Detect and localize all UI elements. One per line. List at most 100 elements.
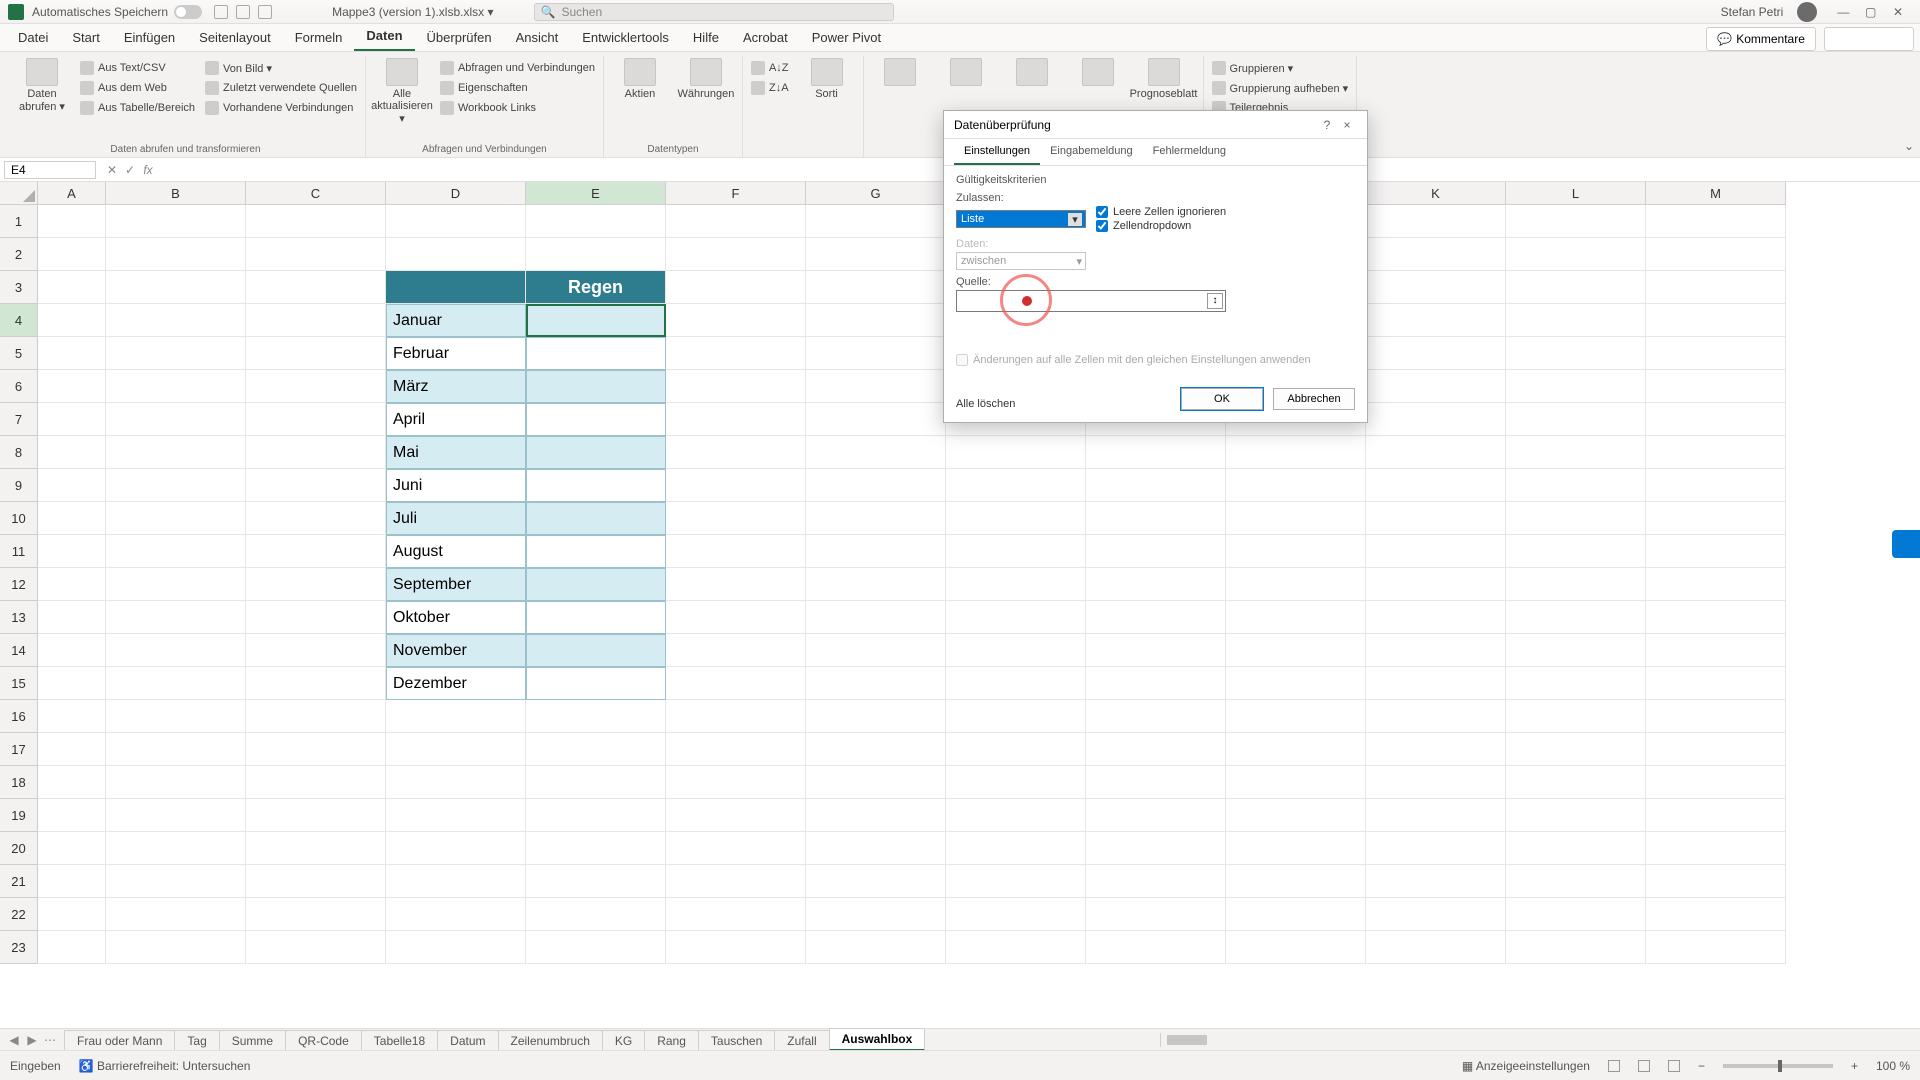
group-btn[interactable]: Gruppieren ▾ <box>1212 58 1349 78</box>
cancel-button[interactable]: Abbrechen <box>1273 388 1355 410</box>
row-header-13[interactable]: 13 <box>0 601 38 634</box>
allow-dropdown[interactable]: Liste <box>956 210 1086 228</box>
cell-H19[interactable] <box>946 799 1086 832</box>
cell-J20[interactable] <box>1226 832 1366 865</box>
cell-C13[interactable] <box>246 601 386 634</box>
row-header-9[interactable]: 9 <box>0 469 38 502</box>
sort-az[interactable]: A↓Z <box>751 58 789 78</box>
queries-conn[interactable]: Abfragen und Verbindungen <box>440 58 595 78</box>
autosave-toggle[interactable]: Automatisches Speichern <box>32 5 202 19</box>
cell-G9[interactable] <box>806 469 946 502</box>
currencies-button[interactable]: Währungen <box>678 58 734 100</box>
view-normal-icon[interactable] <box>1608 1060 1620 1072</box>
col-header-C[interactable]: C <box>246 182 386 205</box>
cell-F12[interactable] <box>666 568 806 601</box>
cell-C23[interactable] <box>246 931 386 964</box>
cell-B9[interactable] <box>106 469 246 502</box>
col-header-K[interactable]: K <box>1366 182 1506 205</box>
cell-G12[interactable] <box>806 568 946 601</box>
cell-J11[interactable] <box>1226 535 1366 568</box>
cell-A14[interactable] <box>38 634 106 667</box>
ungroup-btn[interactable]: Gruppierung aufheben ▾ <box>1212 78 1349 98</box>
cell-J21[interactable] <box>1226 865 1366 898</box>
cell-C9[interactable] <box>246 469 386 502</box>
cell-K2[interactable] <box>1366 238 1506 271</box>
cell-L16[interactable] <box>1506 700 1646 733</box>
cell-I20[interactable] <box>1086 832 1226 865</box>
cell-D16[interactable] <box>386 700 526 733</box>
cell-B14[interactable] <box>106 634 246 667</box>
cell-H14[interactable] <box>946 634 1086 667</box>
cell-K18[interactable] <box>1366 766 1506 799</box>
cell-B16[interactable] <box>106 700 246 733</box>
cell-G3[interactable] <box>806 271 946 304</box>
cell-G6[interactable] <box>806 370 946 403</box>
cell-B12[interactable] <box>106 568 246 601</box>
cell-K1[interactable] <box>1366 205 1506 238</box>
row-header-12[interactable]: 12 <box>0 568 38 601</box>
cell-F11[interactable] <box>666 535 806 568</box>
cell-F3[interactable] <box>666 271 806 304</box>
cell-L17[interactable] <box>1506 733 1646 766</box>
cell-M10[interactable] <box>1646 502 1786 535</box>
cell-A5[interactable] <box>38 337 106 370</box>
cell-B21[interactable] <box>106 865 246 898</box>
cell-C6[interactable] <box>246 370 386 403</box>
get-data-button[interactable]: Daten abrufen ▾ <box>14 58 70 113</box>
row-header-2[interactable]: 2 <box>0 238 38 271</box>
col-header-F[interactable]: F <box>666 182 806 205</box>
cell-E8[interactable] <box>526 436 666 469</box>
cell-L15[interactable] <box>1506 667 1646 700</box>
cell-I17[interactable] <box>1086 733 1226 766</box>
cell-E18[interactable] <box>526 766 666 799</box>
cell-K3[interactable] <box>1366 271 1506 304</box>
cell-F17[interactable] <box>666 733 806 766</box>
sheet-tab[interactable]: Frau oder Mann <box>64 1030 175 1051</box>
cell-H20[interactable] <box>946 832 1086 865</box>
undo-icon[interactable] <box>236 5 250 19</box>
cell-M7[interactable] <box>1646 403 1786 436</box>
cell-J22[interactable] <box>1226 898 1366 931</box>
cell-D14[interactable]: November <box>386 634 526 667</box>
cell-F16[interactable] <box>666 700 806 733</box>
cell-M5[interactable] <box>1646 337 1786 370</box>
cell-G20[interactable] <box>806 832 946 865</box>
cell-K16[interactable] <box>1366 700 1506 733</box>
cell-M17[interactable] <box>1646 733 1786 766</box>
cell-G7[interactable] <box>806 403 946 436</box>
row-header-21[interactable]: 21 <box>0 865 38 898</box>
close-icon[interactable]: ✕ <box>1886 5 1910 19</box>
cell-M2[interactable] <box>1646 238 1786 271</box>
cell-G22[interactable] <box>806 898 946 931</box>
search-box[interactable]: 🔍 Suchen <box>534 3 894 21</box>
cell-B15[interactable] <box>106 667 246 700</box>
cell-C10[interactable] <box>246 502 386 535</box>
cell-H9[interactable] <box>946 469 1086 502</box>
cell-D3[interactable] <box>386 271 526 304</box>
cell-L13[interactable] <box>1506 601 1646 634</box>
cell-J14[interactable] <box>1226 634 1366 667</box>
cell-M9[interactable] <box>1646 469 1786 502</box>
sheet-tab[interactable]: QR-Code <box>285 1030 362 1051</box>
cell-C17[interactable] <box>246 733 386 766</box>
forecast-button[interactable]: Prognoseblatt <box>1136 58 1192 100</box>
tab-ueberpruefen[interactable]: Überprüfen <box>415 24 504 51</box>
datatools-1[interactable] <box>872 58 928 86</box>
tab-entwicklertools[interactable]: Entwicklertools <box>570 24 681 51</box>
cell-A9[interactable] <box>38 469 106 502</box>
cell-M22[interactable] <box>1646 898 1786 931</box>
sort-button[interactable]: Sorti <box>799 58 855 100</box>
sheet-nav[interactable]: ◀▶⋯ <box>0 1033 64 1047</box>
cell-C21[interactable] <box>246 865 386 898</box>
cell-A3[interactable] <box>38 271 106 304</box>
row-header-14[interactable]: 14 <box>0 634 38 667</box>
cell-M14[interactable] <box>1646 634 1786 667</box>
cell-H10[interactable] <box>946 502 1086 535</box>
col-header-G[interactable]: G <box>806 182 946 205</box>
cell-I22[interactable] <box>1086 898 1226 931</box>
cell-C15[interactable] <box>246 667 386 700</box>
cell-D18[interactable] <box>386 766 526 799</box>
row-header-15[interactable]: 15 <box>0 667 38 700</box>
cell-B23[interactable] <box>106 931 246 964</box>
cell-F2[interactable] <box>666 238 806 271</box>
